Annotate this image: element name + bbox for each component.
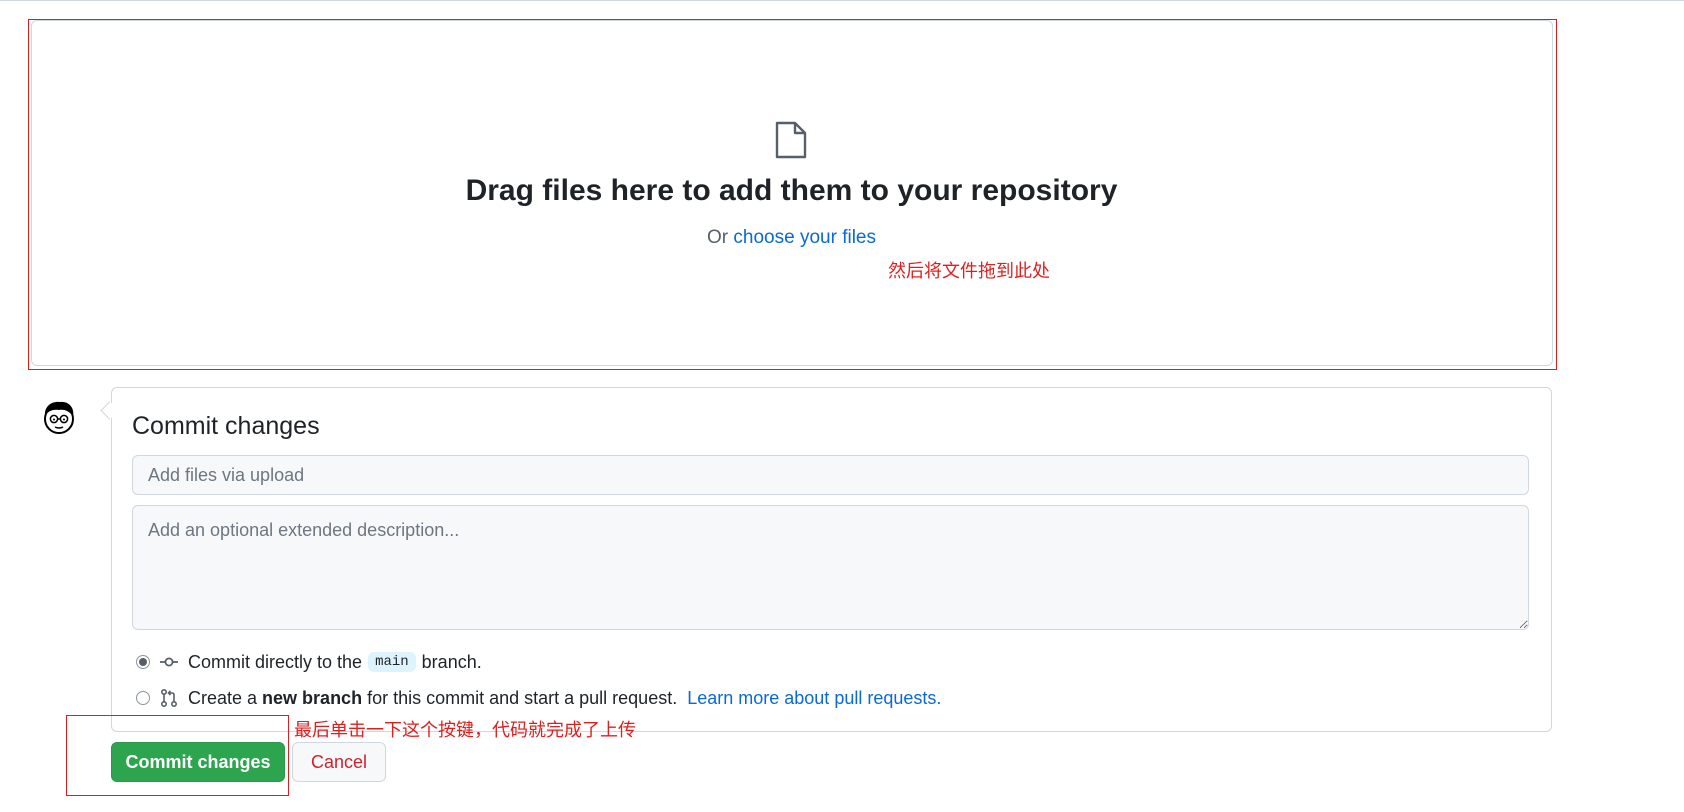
commit-changes-button[interactable]: Commit changes [111, 742, 285, 782]
commit-summary-input[interactable] [132, 455, 1529, 495]
learn-more-pull-requests-link[interactable]: Learn more about pull requests. [687, 688, 941, 709]
file-icon [775, 121, 807, 159]
commit-direct-radio[interactable] [136, 655, 150, 669]
commit-description-textarea[interactable] [132, 505, 1529, 630]
commit-direct-option[interactable]: Commit directly to the main branch. [136, 649, 482, 675]
new-branch-option[interactable]: Create a new branch for this commit and … [136, 685, 941, 711]
annotation-drop-hint: 然后将文件拖到此处 [888, 261, 1050, 281]
branch-name-badge: main [368, 652, 416, 672]
cancel-button[interactable]: Cancel [292, 742, 386, 782]
choose-files-link[interactable]: choose your files [733, 227, 876, 248]
git-pull-request-icon [160, 688, 178, 708]
annotation-button-hint: 最后单击一下这个按键，代码就完成了上传 [294, 720, 636, 740]
drop-zone-subtitle: Or choose your files [0, 227, 1583, 249]
commit-title: Commit changes [132, 412, 320, 440]
git-commit-icon [160, 657, 178, 667]
user-avatar [44, 401, 74, 434]
new-branch-middle: for this commit and start a pull request… [367, 687, 678, 708]
commit-direct-suffix: branch. [421, 651, 482, 672]
commit-direct-prefix: Commit directly to the [188, 651, 363, 672]
drop-zone-title: Drag files here to add them to your repo… [465, 174, 1118, 207]
top-divider [0, 0, 1684, 1]
drop-zone-or-text: Or [707, 227, 729, 248]
new-branch-bold-text: new branch [262, 687, 363, 708]
new-branch-radio[interactable] [136, 691, 150, 705]
new-branch-prefix: Create a [188, 687, 258, 708]
